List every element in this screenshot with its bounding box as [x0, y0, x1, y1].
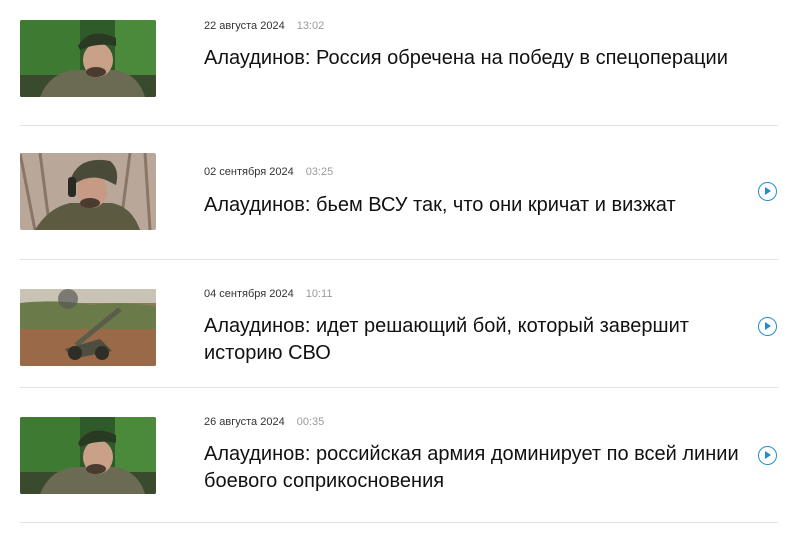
divider: [20, 259, 778, 260]
news-date: 02 сентября 2024: [204, 166, 294, 178]
play-video-icon[interactable]: [758, 446, 777, 465]
news-meta: 02 сентября 2024 03:25: [204, 166, 333, 179]
news-title[interactable]: Алаудинов: российская армия доминирует п…: [204, 441, 744, 495]
divider: [20, 522, 778, 523]
soldier-photo-icon: [20, 417, 156, 494]
news-date: 22 августа 2024: [204, 20, 285, 32]
news-title[interactable]: Алаудинов: идет решающий бой, который за…: [204, 313, 744, 367]
news-thumbnail[interactable]: [20, 153, 156, 230]
artillery-photo-icon: [20, 289, 156, 366]
soldier-photo-icon: [20, 153, 156, 230]
news-meta: 04 сентября 2024 10:11: [204, 288, 332, 301]
play-video-icon[interactable]: [758, 317, 777, 336]
news-title[interactable]: Алаудинов: бьем ВСУ так, что они кричат …: [204, 192, 744, 219]
divider: [20, 387, 778, 388]
play-video-icon[interactable]: [758, 182, 777, 201]
divider: [20, 125, 778, 126]
news-thumbnail[interactable]: [20, 289, 156, 366]
news-date: 04 сентября 2024: [204, 288, 294, 300]
news-meta: 26 августа 2024 00:35: [204, 416, 324, 429]
news-meta: 22 августа 2024 13:02: [204, 20, 324, 33]
news-time: 00:35: [296, 416, 325, 428]
news-title[interactable]: Алаудинов: Россия обречена на победу в с…: [204, 45, 744, 72]
soldier-photo-icon: [20, 20, 156, 97]
news-date: 26 августа 2024: [204, 416, 285, 428]
news-thumbnail[interactable]: [20, 417, 156, 494]
news-thumbnail[interactable]: [20, 20, 156, 97]
news-time: 13:02: [296, 20, 325, 32]
news-time: 10:11: [305, 288, 333, 300]
news-time: 03:25: [305, 166, 334, 178]
